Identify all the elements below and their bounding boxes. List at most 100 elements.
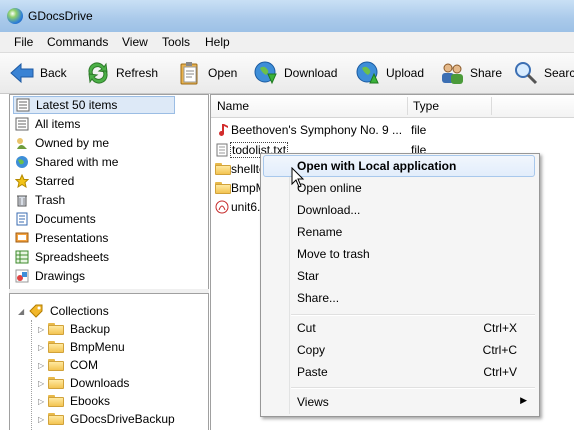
folder-icon	[48, 359, 64, 371]
tree-folder-downloads[interactable]: ▷ Downloads	[38, 374, 129, 392]
nav-shared-with-me[interactable]: Shared with me	[13, 153, 203, 171]
nav-label: Owned by me	[35, 136, 110, 150]
menu-file[interactable]: File	[14, 35, 33, 49]
menu-view[interactable]: View	[122, 35, 148, 49]
nav-drawings[interactable]: Drawings	[13, 267, 203, 285]
nav-label: Trash	[35, 193, 66, 207]
clipboard-icon	[176, 59, 204, 87]
column-divider[interactable]	[407, 97, 408, 115]
menu-bar: File Commands View Tools Help	[0, 32, 574, 53]
menu-star[interactable]: Star	[263, 265, 535, 287]
tree-folder-backup[interactable]: ▷ Backup	[38, 320, 110, 338]
nav-label: Starred	[35, 174, 75, 188]
owner-icon	[15, 136, 29, 150]
tree-folder-bmpmenu[interactable]: ▷ BmpMenu	[38, 338, 125, 356]
nav-starred[interactable]: Starred	[13, 172, 203, 190]
menu-item-label: Cut	[297, 321, 316, 335]
tree-label: Downloads	[70, 376, 130, 390]
expand-arrow-icon[interactable]: ▷	[38, 343, 46, 352]
tree-folder-gdocsdrivebackup[interactable]: ▷ GDocsDriveBackup	[38, 410, 175, 428]
back-button[interactable]: Back	[8, 57, 67, 89]
nav-latest-50[interactable]: Latest 50 items	[13, 96, 175, 114]
back-label: Back	[40, 66, 67, 80]
menu-item-label: Share...	[297, 291, 340, 305]
tree-label: Ebooks	[70, 394, 111, 408]
app-globe-icon	[7, 8, 23, 24]
download-button[interactable]: Download	[252, 57, 337, 89]
expand-arrow-icon[interactable]: ▷	[38, 325, 46, 334]
nav-presentations[interactable]: Presentations	[13, 229, 203, 247]
expand-arrow-icon[interactable]: ▷	[38, 379, 46, 388]
menu-separator	[291, 387, 535, 389]
tag-icon	[28, 303, 44, 319]
menu-item-label: Move to trash	[297, 247, 370, 261]
open-label: Open	[208, 66, 238, 80]
tree-label: COM	[70, 358, 98, 372]
menu-item-shortcut: Ctrl+X	[483, 321, 517, 335]
shared-icon	[15, 155, 29, 169]
nav-all-items[interactable]: All items	[13, 115, 203, 133]
nav-label: Shared with me	[35, 155, 119, 169]
latest-icon	[16, 98, 30, 112]
expand-arrow-icon[interactable]: ▷	[38, 361, 46, 370]
nav-spreadsheets[interactable]: Spreadsheets	[13, 248, 203, 266]
folder-icon	[48, 395, 64, 407]
upload-button[interactable]: Upload	[354, 57, 424, 89]
column-divider[interactable]	[491, 97, 492, 115]
folder-icon	[215, 182, 231, 194]
expand-arrow-icon[interactable]: ▷	[38, 397, 46, 406]
menu-item-shortcut: Ctrl+V	[483, 365, 517, 379]
collapse-arrow-icon[interactable]: ◢	[18, 307, 26, 316]
tree-root-collections[interactable]: ◢ Collections	[18, 302, 109, 320]
folder-icon	[48, 341, 64, 353]
column-type-header[interactable]: Type	[413, 99, 439, 113]
tree-label: Backup	[70, 322, 111, 336]
tree-folder-com[interactable]: ▷ COM	[38, 356, 98, 374]
share-button[interactable]: Share	[438, 57, 502, 89]
search-button[interactable]: Search	[512, 57, 574, 89]
file-name: Beethoven's Symphony No. 9 ...	[231, 123, 403, 137]
menu-paste[interactable]: Paste Ctrl+V	[263, 361, 535, 383]
nav-documents[interactable]: Documents	[13, 210, 203, 228]
menu-item-label: Copy	[297, 343, 326, 357]
tree-folder-ebooks[interactable]: ▷ Ebooks	[38, 392, 110, 410]
nav-trash[interactable]: Trash	[13, 191, 203, 209]
menu-help[interactable]: Help	[205, 35, 230, 49]
file-type: file	[411, 123, 427, 137]
open-button[interactable]: Open	[176, 57, 237, 89]
tree-label: GDocsDriveBackup	[70, 412, 175, 426]
menu-download[interactable]: Download...	[263, 199, 535, 221]
menu-views[interactable]: Views ▶	[263, 391, 535, 413]
context-menu: Open with Local application Open online …	[260, 153, 540, 417]
people-icon	[438, 59, 466, 87]
tree-label: BmpMenu	[70, 340, 125, 354]
drawing-icon	[15, 269, 29, 283]
upload-globe-icon	[354, 59, 382, 87]
menu-commands[interactable]: Commands	[47, 35, 108, 49]
refresh-icon	[84, 59, 112, 87]
mouse-pointer-icon	[291, 166, 305, 189]
download-label: Download	[284, 66, 338, 80]
nav-owned-by-me[interactable]: Owned by me	[13, 134, 203, 152]
refresh-label: Refresh	[116, 66, 159, 80]
tree-label: Collections	[50, 304, 109, 318]
views-pane: Latest 50 items All items Owned by me Sh…	[9, 94, 209, 290]
menu-share[interactable]: Share...	[263, 287, 535, 309]
list-icon	[15, 117, 29, 131]
menu-item-label: Paste	[297, 365, 328, 379]
back-arrow-icon	[8, 59, 36, 87]
menu-item-label: Open online	[297, 181, 362, 195]
refresh-button[interactable]: Refresh	[84, 57, 158, 89]
menu-move-to-trash[interactable]: Move to trash	[263, 243, 535, 265]
menu-rename[interactable]: Rename	[263, 221, 535, 243]
nav-label: All items	[35, 117, 81, 131]
menu-item-label: Open with Local application	[297, 159, 457, 173]
menu-tools[interactable]: Tools	[162, 35, 190, 49]
expand-arrow-icon[interactable]: ▷	[38, 415, 46, 424]
window-title: GDocsDrive	[28, 9, 93, 23]
menu-cut[interactable]: Cut Ctrl+X	[263, 317, 535, 339]
column-name-header[interactable]: Name	[217, 99, 249, 113]
file-row[interactable]: Beethoven's Symphony No. 9 ... file	[211, 120, 574, 140]
menu-copy[interactable]: Copy Ctrl+C	[263, 339, 535, 361]
folder-icon	[48, 413, 64, 425]
